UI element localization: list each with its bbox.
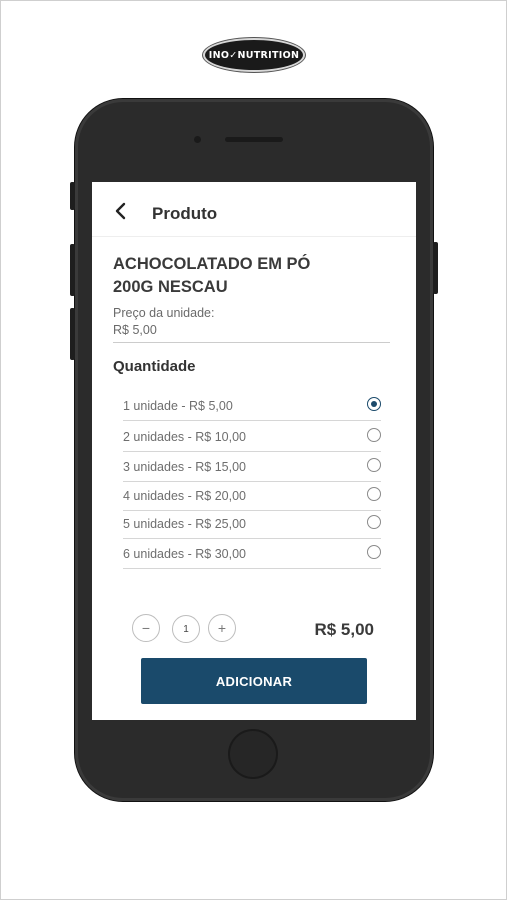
radio-button[interactable] (367, 428, 381, 442)
quantity-option-label: 6 unidades - R$ 30,00 (123, 547, 247, 561)
increment-button[interactable]: + (208, 614, 236, 642)
phone-home-button (228, 729, 278, 779)
unit-price-value: R$ 5,00 (113, 323, 157, 337)
phone-mute-switch (70, 182, 75, 210)
phone-camera (194, 136, 201, 143)
phone-speaker (225, 137, 283, 142)
quantity-title: Quantidade (113, 358, 196, 375)
phone-volume-up (70, 244, 75, 296)
quantity-value[interactable]: 1 (172, 615, 200, 643)
brand-logo: INO✓NUTRITION (205, 40, 303, 70)
page-title: Produto (152, 204, 218, 223)
quantity-option[interactable]: 3 unidades - R$ 15,00 (123, 453, 381, 482)
quantity-option[interactable]: 6 unidades - R$ 30,00 (123, 540, 381, 569)
phone-power-button (433, 242, 438, 294)
logo-text: INO✓NUTRITION (208, 49, 300, 61)
total-price: R$ 5,00 (314, 620, 374, 639)
radio-button[interactable] (367, 458, 381, 472)
quantity-option-label: 5 unidades - R$ 25,00 (123, 517, 247, 531)
app-screen: Produto ACHOCOLATADO EM PÓ 200G NESCAU P… (92, 182, 416, 720)
quantity-option[interactable]: 2 unidades - R$ 10,00 (123, 423, 381, 452)
quantity-option[interactable]: 1 unidade - R$ 5,00 (123, 392, 381, 421)
add-button[interactable]: ADICIONAR (141, 658, 367, 704)
unit-price-label: Preço da unidade: (113, 306, 215, 320)
quantity-option[interactable]: 4 unidades - R$ 20,00 (123, 482, 381, 511)
radio-button[interactable] (367, 545, 381, 559)
quantity-option[interactable]: 5 unidades - R$ 25,00 (123, 510, 381, 539)
chevron-left-icon[interactable] (114, 202, 128, 220)
radio-button-checked[interactable] (367, 397, 381, 411)
radio-button[interactable] (367, 515, 381, 529)
decrement-button[interactable]: − (132, 614, 160, 642)
quantity-option-label: 1 unidade - R$ 5,00 (123, 399, 233, 413)
divider (113, 342, 390, 343)
app-header: Produto (92, 182, 416, 237)
quantity-option-label: 2 unidades - R$ 10,00 (123, 430, 247, 444)
product-name: ACHOCOLATADO EM PÓ 200G NESCAU (113, 255, 311, 296)
quantity-option-label: 3 unidades - R$ 15,00 (123, 460, 247, 474)
radio-button[interactable] (367, 487, 381, 501)
phone-volume-down (70, 308, 75, 360)
quantity-option-label: 4 unidades - R$ 20,00 (123, 489, 247, 503)
